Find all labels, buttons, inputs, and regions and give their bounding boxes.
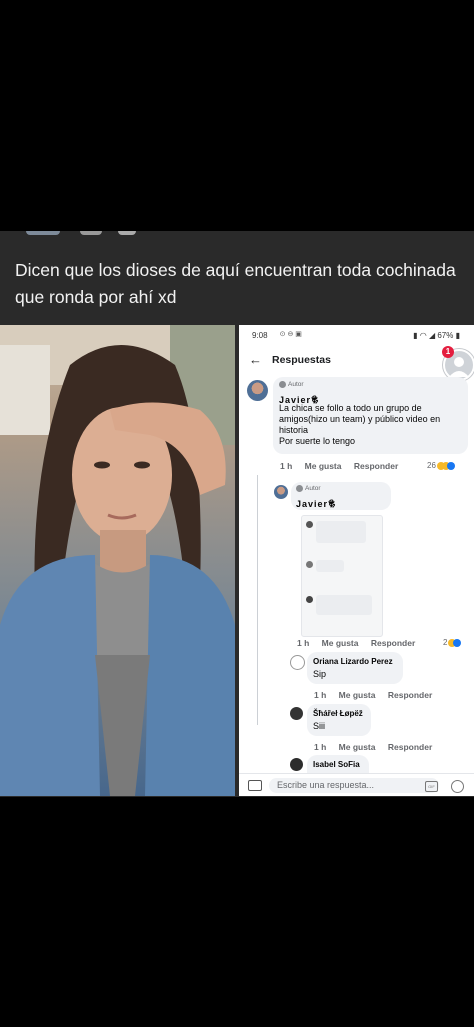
battery-level: 67% (437, 331, 454, 340)
reply-thread-line (257, 475, 258, 725)
like-reaction-icon (446, 461, 455, 470)
reply-time: 1 h (314, 742, 327, 752)
camera-icon[interactable] (248, 780, 262, 791)
comment-line-1: La chica se follo a todo un grupo de (279, 403, 422, 413)
app-bar: ← Respuestas (239, 345, 474, 375)
reply-avatar[interactable] (290, 758, 303, 771)
reply-author[interactable]: Šħářeł Łøpëž (313, 709, 363, 718)
reaction-summary[interactable]: 26 (427, 461, 455, 470)
reply-actions: 1 h Me gusta Responder (297, 638, 425, 648)
reply-author[interactable]: Javier🕏 (296, 495, 336, 513)
girl-photo[interactable] (0, 325, 235, 796)
mini-screenshot (301, 515, 383, 637)
reply-actions: 1 h Me gusta Responder (314, 742, 442, 752)
author-badge-icon (296, 485, 303, 492)
reply-time: 1 h (297, 638, 310, 648)
gif-icon[interactable]: GIF (425, 781, 438, 792)
reply-avatar[interactable] (290, 655, 305, 670)
reply-button[interactable]: Responder (388, 690, 432, 700)
like-button[interactable]: Me gusta (339, 742, 376, 752)
meme-post: Dicen que los dioses de aquí encuentran … (0, 231, 474, 797)
reply-text: Sip (313, 669, 327, 679)
author-badge-icon (279, 381, 286, 388)
reaction-summary[interactable]: 2 (443, 638, 462, 647)
status-time: 9:08 (252, 331, 268, 340)
reply-bubble: Šħářeł Łøpëž Siii (307, 704, 371, 736)
reply-actions: 1 h Me gusta Responder (314, 690, 442, 700)
reaction-count: 2 (443, 638, 448, 647)
reply-composer: Escribe una respuesta... GIF (239, 773, 474, 796)
notification-badge: 1 (442, 346, 454, 358)
status-icons: ⊙ ⊖ ▣ (268, 331, 302, 338)
comment-line-3: historia (279, 425, 309, 435)
comment-line-2: amigos(hizo un team) y público video en (279, 414, 441, 424)
reaction-count: 26 (427, 461, 436, 470)
main-comment-bubble: Autor Javier🕏 La chica se follo a todo u… (273, 377, 468, 454)
comment-actions: 1 h Me gusta Responder (280, 461, 408, 471)
reply-author[interactable]: Oriana Lizardo Perez (313, 657, 393, 666)
cropped-header (0, 231, 474, 239)
emoji-icon[interactable] (451, 780, 464, 793)
reply-input[interactable]: Escribe una respuesta... (269, 778, 439, 793)
reply-bubble: Autor Javier🕏 (291, 482, 391, 510)
comment-line-4: Por suerte lo tengo (279, 436, 356, 446)
like-button[interactable]: Me gusta (305, 461, 342, 471)
author-avatar[interactable] (247, 380, 268, 401)
reply-avatar[interactable] (274, 485, 288, 499)
like-button[interactable]: Me gusta (322, 638, 359, 648)
facebook-screenshot: 9:08 ⊙ ⊖ ▣ ▮ ◠ ◢ 67% ▮ ← Respuestas 1 Au… (239, 325, 474, 796)
author-badge: Autor (296, 485, 321, 492)
like-button[interactable]: Me gusta (339, 690, 376, 700)
reply-avatar[interactable] (290, 707, 303, 720)
reply-bubble: Oriana Lizardo Perez Sip (307, 652, 403, 684)
reply-time: 1 h (314, 690, 327, 700)
status-bar: 9:08 ⊙ ⊖ ▣ ▮ ◠ ◢ 67% ▮ (239, 325, 474, 345)
reply-button[interactable]: Responder (371, 638, 415, 648)
author-badge: Autor (279, 381, 304, 388)
reply-button[interactable]: Responder (388, 742, 432, 752)
page-title: Respuestas (272, 354, 331, 366)
reply-text: Siii (313, 721, 326, 731)
post-caption: Dicen que los dioses de aquí encuentran … (15, 260, 456, 307)
back-arrow-icon[interactable]: ← (249, 352, 262, 367)
comment-time: 1 h (280, 461, 293, 471)
like-reaction-icon (453, 638, 462, 647)
battery-indicator: ▮ ◠ ◢ 67% ▮ (413, 331, 460, 340)
reply-author[interactable]: Isabel SoFia (313, 760, 360, 769)
reply-button[interactable]: Responder (354, 461, 398, 471)
